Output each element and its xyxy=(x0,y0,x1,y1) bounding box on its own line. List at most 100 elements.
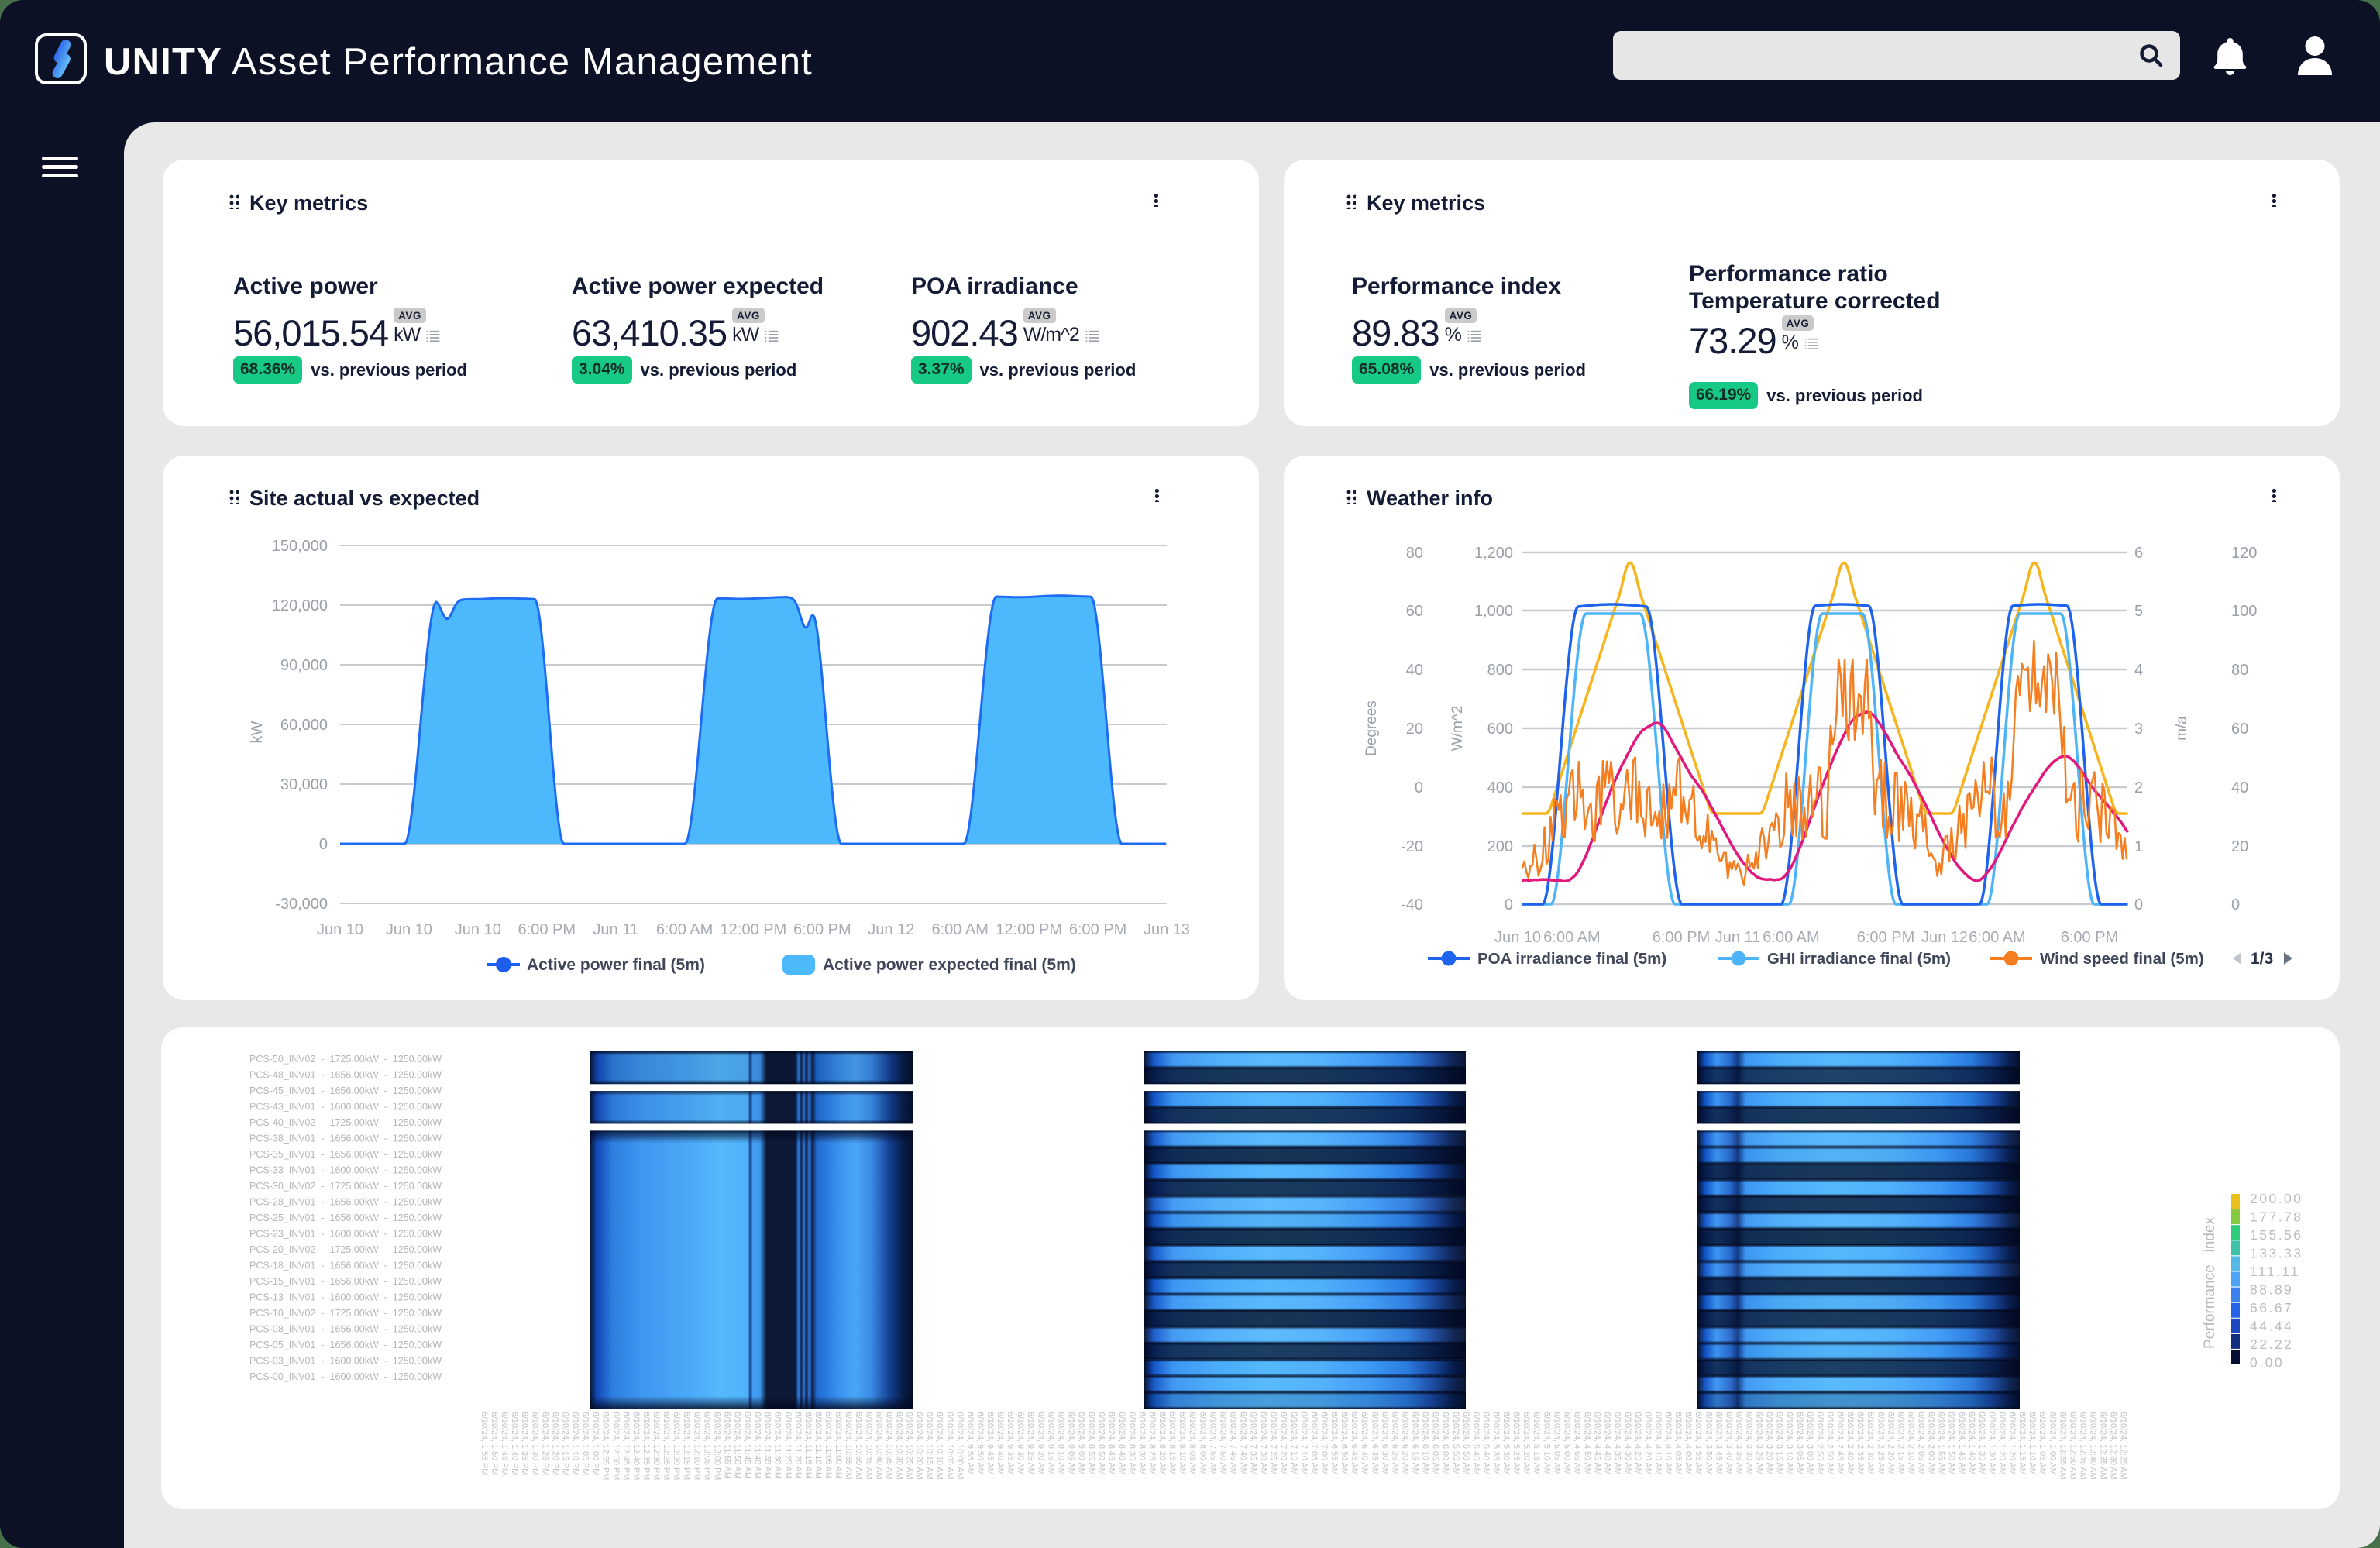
svg-text:PCS-30_INV02 - 1725.00kW -: PCS-30_INV02 - 1725.00kW - 1250.00kW xyxy=(249,1181,442,1192)
svg-text:6/10/24, 4:55 AM: 6/10/24, 4:55 AM xyxy=(1573,1412,1582,1475)
svg-text:80: 80 xyxy=(1406,545,1423,562)
svg-text:6/10/24, 2:45 AM: 6/10/24, 2:45 AM xyxy=(1835,1412,1845,1475)
svg-text:Jun 10: Jun 10 xyxy=(317,921,363,938)
svg-text:6/10/24, 9:20 AM: 6/10/24, 9:20 AM xyxy=(1036,1412,1045,1475)
svg-text:6/10/24, 3:35 AM: 6/10/24, 3:35 AM xyxy=(1734,1412,1743,1475)
svg-text:-20: -20 xyxy=(1401,838,1423,855)
svg-text:200.00: 200.00 xyxy=(2250,1191,2303,1206)
svg-text:6/10/24, 1:50 PM: 6/10/24, 1:50 PM xyxy=(490,1412,499,1475)
svg-text:6/10/24, 1:55 AM: 6/10/24, 1:55 AM xyxy=(1937,1412,1946,1475)
svg-text:6/10/24, 2:10 AM: 6/10/24, 2:10 AM xyxy=(1907,1412,1916,1475)
svg-text:POA irradiance final (5m): POA irradiance final (5m) xyxy=(1477,950,1666,968)
svg-text:4: 4 xyxy=(2134,662,2143,679)
svg-text:6/10/24, 6:40 AM: 6/10/24, 6:40 AM xyxy=(1360,1412,1369,1475)
svg-text:6/10/24, 1:30 AM: 6/10/24, 1:30 AM xyxy=(1987,1412,1997,1475)
svg-text:PCS-33_INV01 - 1600.00kW -: PCS-33_INV01 - 1600.00kW - 1250.00kW xyxy=(249,1165,442,1176)
svg-text:PCS-03_INV01 - 1600.00kW -: PCS-03_INV01 - 1600.00kW - 1250.00kW xyxy=(249,1356,442,1367)
svg-text:6/10/24, 7:35 AM: 6/10/24, 7:35 AM xyxy=(1249,1412,1258,1475)
svg-text:44.44: 44.44 xyxy=(2250,1319,2293,1334)
svg-text:6/10/24, 2:25 AM: 6/10/24, 2:25 AM xyxy=(1876,1412,1885,1475)
svg-text:0: 0 xyxy=(2231,896,2240,913)
svg-text:6:00 AM: 6:00 AM xyxy=(932,921,989,938)
svg-text:6/10/24, 9:30 AM: 6/10/24, 9:30 AM xyxy=(1016,1412,1025,1475)
svg-text:88.89: 88.89 xyxy=(2250,1282,2293,1298)
svg-text:6/10/24, 1:15 AM: 6/10/24, 1:15 AM xyxy=(2017,1412,2027,1475)
svg-text:PCS-23_INV01 - 1600.00kW -: PCS-23_INV01 - 1600.00kW - 1250.00kW xyxy=(249,1229,442,1240)
svg-text:6/10/24, 12:45 AM: 6/10/24, 12:45 AM xyxy=(2079,1412,2088,1480)
svg-text:6/10/24, 3:05 AM: 6/10/24, 3:05 AM xyxy=(1795,1412,1804,1475)
svg-text:Degrees: Degrees xyxy=(1364,700,1380,756)
svg-text:600: 600 xyxy=(1488,721,1513,738)
svg-text:6/10/24, 1:20 PM: 6/10/24, 1:20 PM xyxy=(550,1412,559,1475)
svg-text:6/10/24, 6:00 AM: 6/10/24, 6:00 AM xyxy=(1441,1412,1450,1475)
svg-text:6:00 PM: 6:00 PM xyxy=(793,921,851,938)
svg-text:PCS-08_INV01 - 1656.00kW -: PCS-08_INV01 - 1656.00kW - 1250.00kW xyxy=(249,1324,442,1335)
svg-text:6/10/24, 1:45 PM: 6/10/24, 1:45 PM xyxy=(500,1412,509,1475)
svg-text:PCS-13_INV01 - 1600.00kW -: PCS-13_INV01 - 1600.00kW - 1250.00kW xyxy=(249,1292,442,1303)
svg-text:6/10/24, 4:50 AM: 6/10/24, 4:50 AM xyxy=(1583,1412,1592,1475)
svg-text:6/10/24, 3:25 AM: 6/10/24, 3:25 AM xyxy=(1755,1412,1764,1475)
svg-text:6/10/24, 11:25 AM: 6/10/24, 11:25 AM xyxy=(783,1412,793,1479)
svg-text:6:00 AM: 6:00 AM xyxy=(1763,929,1819,946)
svg-text:6/10/24, 1:00 AM: 6/10/24, 1:00 AM xyxy=(2048,1412,2057,1475)
svg-text:6/10/24, 6:30 AM: 6/10/24, 6:30 AM xyxy=(1380,1412,1389,1475)
svg-text:6/10/24, 5:20 AM: 6/10/24, 5:20 AM xyxy=(1522,1412,1531,1475)
svg-text:PCS-00_INV01 - 1600.00kW -: PCS-00_INV01 - 1600.00kW - 1250.00kW xyxy=(249,1371,442,1382)
svg-text:6/10/24, 9:00 AM: 6/10/24, 9:00 AM xyxy=(1077,1412,1086,1475)
svg-text:6/10/24, 11:55 AM: 6/10/24, 11:55 AM xyxy=(722,1412,731,1479)
svg-text:800: 800 xyxy=(1488,662,1513,679)
svg-text:6/10/24, 12:55 PM: 6/10/24, 12:55 PM xyxy=(601,1412,610,1480)
svg-text:6/10/24, 6:15 AM: 6/10/24, 6:15 AM xyxy=(1411,1412,1420,1475)
svg-text:6/10/24, 8:15 AM: 6/10/24, 8:15 AM xyxy=(1168,1412,1177,1475)
svg-text:6/10/24, 3:30 AM: 6/10/24, 3:30 AM xyxy=(1745,1412,1754,1475)
svg-text:6/10/24, 8:05 AM: 6/10/24, 8:05 AM xyxy=(1188,1412,1197,1475)
svg-text:6/10/24, 1:35 PM: 6/10/24, 1:35 PM xyxy=(520,1412,529,1475)
svg-text:6/10/24, 7:30 AM: 6/10/24, 7:30 AM xyxy=(1259,1412,1268,1475)
svg-text:PCS-05_INV01 - 1656.00kW -: PCS-05_INV01 - 1656.00kW - 1250.00kW xyxy=(249,1340,442,1350)
svg-text:6/10/24, 7:50 AM: 6/10/24, 7:50 AM xyxy=(1218,1412,1227,1475)
svg-text:6/10/24, 12:30 PM: 6/10/24, 12:30 PM xyxy=(652,1412,661,1480)
svg-text:6/10/24, 9:35 AM: 6/10/24, 9:35 AM xyxy=(1006,1412,1015,1475)
svg-text:1/3: 1/3 xyxy=(2251,950,2273,968)
svg-text:6/10/24, 10:05 AM: 6/10/24, 10:05 AM xyxy=(945,1412,954,1480)
svg-text:6/10/24, 8:35 AM: 6/10/24, 8:35 AM xyxy=(1127,1412,1137,1475)
svg-text:20: 20 xyxy=(1406,721,1423,738)
svg-text:PCS-50_INV02 - 1725.00kW -: PCS-50_INV02 - 1725.00kW - 1250.00kW xyxy=(249,1054,442,1065)
svg-text:6/10/24, 3:55 AM: 6/10/24, 3:55 AM xyxy=(1694,1412,1703,1475)
svg-text:6/10/24, 12:40 PM: 6/10/24, 12:40 PM xyxy=(631,1412,641,1480)
svg-text:6/10/24, 10:40 AM: 6/10/24, 10:40 AM xyxy=(874,1412,883,1480)
svg-text:6/10/24, 9:45 AM: 6/10/24, 9:45 AM xyxy=(985,1412,995,1475)
svg-text:6/10/24, 12:50 PM: 6/10/24, 12:50 PM xyxy=(611,1412,621,1480)
svg-text:1,000: 1,000 xyxy=(1474,603,1513,620)
svg-text:PCS-28_INV01 - 1656.00kW -: PCS-28_INV01 - 1656.00kW - 1250.00kW xyxy=(249,1197,442,1208)
svg-text:6/10/24, 10:20 AM: 6/10/24, 10:20 AM xyxy=(915,1412,924,1480)
svg-text:0: 0 xyxy=(1415,779,1423,796)
svg-text:PCS-48_INV01 - 1656.00kW -: PCS-48_INV01 - 1656.00kW - 1250.00kW xyxy=(249,1070,442,1081)
svg-text:6/10/24, 9:05 AM: 6/10/24, 9:05 AM xyxy=(1067,1412,1076,1475)
svg-text:6/10/24, 3:50 AM: 6/10/24, 3:50 AM xyxy=(1704,1412,1713,1475)
svg-text:6/10/24, 1:10 AM: 6/10/24, 1:10 AM xyxy=(2027,1412,2037,1475)
svg-text:1,200: 1,200 xyxy=(1474,545,1513,562)
svg-text:6/10/24, 4:25 AM: 6/10/24, 4:25 AM xyxy=(1633,1412,1642,1475)
svg-text:6/10/24, 7:40 AM: 6/10/24, 7:40 AM xyxy=(1239,1412,1248,1475)
svg-text:150,000: 150,000 xyxy=(272,538,328,555)
svg-text:-30,000: -30,000 xyxy=(275,896,328,913)
svg-text:6/10/24, 11:45 AM: 6/10/24, 11:45 AM xyxy=(743,1412,752,1479)
svg-text:6/10/24, 10:00 AM: 6/10/24, 10:00 AM xyxy=(955,1412,965,1480)
svg-text:Active power final (5m): Active power final (5m) xyxy=(527,956,705,974)
svg-text:6/10/24, 8:55 AM: 6/10/24, 8:55 AM xyxy=(1087,1412,1096,1475)
svg-text:PCS-25_INV01 - 1656.00kW -: PCS-25_INV01 - 1656.00kW - 1250.00kW xyxy=(249,1213,442,1223)
svg-text:6:00 PM: 6:00 PM xyxy=(1653,929,1710,946)
svg-text:6/10/24, 9:40 AM: 6/10/24, 9:40 AM xyxy=(996,1412,1005,1475)
svg-text:6/10/24, 1:30 PM: 6/10/24, 1:30 PM xyxy=(530,1412,539,1475)
svg-text:PCS-15_INV01 - 1656.00kW -: PCS-15_INV01 - 1656.00kW - 1250.00kW xyxy=(249,1276,442,1287)
svg-text:6/10/24, 4:10 AM: 6/10/24, 4:10 AM xyxy=(1663,1412,1673,1475)
svg-text:6/10/24, 10:15 AM: 6/10/24, 10:15 AM xyxy=(925,1412,934,1480)
svg-text:20: 20 xyxy=(2231,838,2248,855)
svg-text:6/10/24, 2:00 AM: 6/10/24, 2:00 AM xyxy=(1927,1412,1936,1475)
svg-text:111.11: 111.11 xyxy=(2250,1264,2300,1279)
svg-text:5: 5 xyxy=(2134,603,2143,620)
svg-text:6/10/24, 5:25 AM: 6/10/24, 5:25 AM xyxy=(1512,1412,1521,1475)
svg-text:6/10/24, 4:20 AM: 6/10/24, 4:20 AM xyxy=(1643,1412,1653,1475)
svg-text:6/10/24, 7:25 AM: 6/10/24, 7:25 AM xyxy=(1269,1412,1278,1475)
